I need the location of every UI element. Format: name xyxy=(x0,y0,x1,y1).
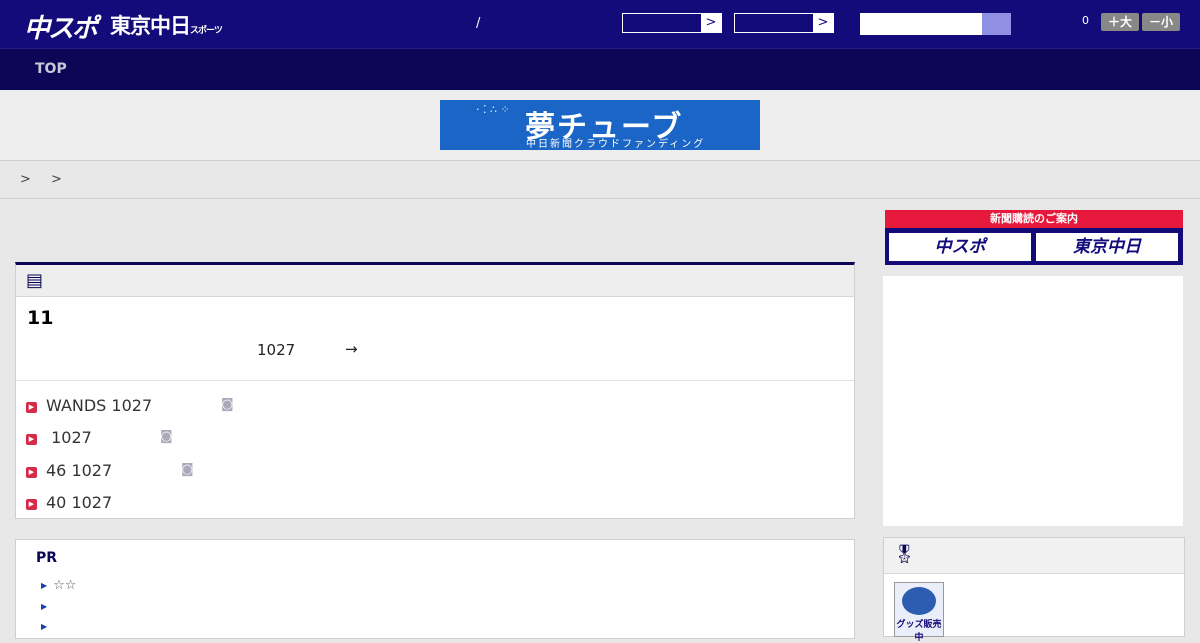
pr-heading: PR xyxy=(36,550,58,566)
banner-area: · ⁚ ∴ ⁘ 夢チューブ 中日新聞クラウドファンディング xyxy=(0,90,1200,161)
article-card: ▤ 11 1027 → ▶ WANDS 1027 ◙ ▶ 1027 ◙ ▶ 46 1… xyxy=(15,262,855,519)
related-article-item[interactable]: ▶ 1027 ◙ xyxy=(26,428,173,447)
subscribe-chuspo-button[interactable]: 中スポ xyxy=(889,233,1031,261)
camera-icon: ◙ xyxy=(181,462,194,477)
play-bullet-icon: ▶ xyxy=(26,467,37,478)
related-article-text: 1027 xyxy=(46,428,92,447)
play-bullet-icon: ▶ xyxy=(26,499,37,510)
related-article-text: 46 1027 xyxy=(46,461,113,480)
related-article-item[interactable]: ▶ 46 1027 ◙ xyxy=(26,461,194,480)
site-header: 中スポ 東京中日スポーツ / > > 0 ＋大 －小 xyxy=(0,0,1200,48)
pr-item-text: ☆☆ xyxy=(53,578,77,593)
breadcrumb-divider xyxy=(0,198,1200,199)
related-article-text: WANDS 1027 xyxy=(46,396,153,415)
ranking-box: 🎖 グッズ販売中 xyxy=(883,537,1185,643)
pr-section: PR ▶ ☆☆ ▶ ▶ xyxy=(15,539,855,639)
newspaper-icon: ▤ xyxy=(26,270,44,291)
notification-count: 0 xyxy=(1082,14,1089,27)
chevron-right-icon: > xyxy=(813,14,833,32)
font-size-increase-button[interactable]: ＋大 xyxy=(1101,13,1139,31)
category-select[interactable]: > xyxy=(734,13,834,33)
ranking-header: 🎖 xyxy=(884,538,1184,574)
subscription-box: 新聞購読のご案内 中スポ 東京中日 xyxy=(885,210,1183,265)
tokyo-chunichi-logo[interactable]: 東京中日スポーツ xyxy=(110,10,223,40)
related-article-item[interactable]: ▶ WANDS 1027 ◙ xyxy=(26,396,234,415)
tokyo-logo-main: 東京中日 xyxy=(110,14,191,38)
triangle-bullet-icon: ▶ xyxy=(41,602,48,611)
search-button[interactable] xyxy=(982,13,1011,35)
chuspo-logo[interactable]: 中スポ xyxy=(24,8,98,45)
region-select[interactable]: > xyxy=(622,13,722,33)
ad-slot[interactable] xyxy=(883,276,1183,526)
yume-tube-banner[interactable]: · ⁚ ∴ ⁘ 夢チューブ 中日新聞クラウドファンディング xyxy=(440,100,760,150)
goods-label: グッズ販売中 xyxy=(896,620,942,643)
related-article-text: 40 1027 xyxy=(46,493,113,512)
subscribe-tokyo-chunichi-button[interactable]: 東京中日 xyxy=(1036,233,1178,261)
article-title[interactable]: 11 xyxy=(27,307,53,329)
card-divider xyxy=(16,380,854,381)
pr-item[interactable]: ▶ xyxy=(41,599,53,614)
mascot-image xyxy=(902,587,936,615)
triangle-bullet-icon: ▶ xyxy=(41,581,48,590)
camera-icon: ◙ xyxy=(221,397,234,412)
chevron-right-icon: > xyxy=(701,14,721,32)
nav-item-top[interactable]: TOP xyxy=(35,61,67,77)
pr-item[interactable]: ▶ ☆☆ xyxy=(41,578,76,593)
breadcrumb[interactable]: > > xyxy=(20,172,70,187)
camera-icon: ◙ xyxy=(160,429,173,444)
banner-subtitle: 中日新聞クラウドファンディング xyxy=(526,139,706,150)
read-more-arrow[interactable]: → xyxy=(345,340,358,358)
tokyo-logo-sub: スポーツ xyxy=(190,26,223,36)
related-article-item[interactable]: ▶ 40 1027 xyxy=(26,493,112,512)
play-bullet-icon: ▶ xyxy=(26,402,37,413)
font-size-decrease-button[interactable]: －小 xyxy=(1142,13,1180,31)
goods-banner[interactable]: グッズ販売中 xyxy=(894,582,944,643)
dots-logo-icon: · ⁚ ∴ ⁘ xyxy=(476,103,510,116)
article-card-header: ▤ xyxy=(16,265,854,297)
medal-icon: 🎖 xyxy=(893,544,916,565)
header-separator: / xyxy=(476,16,481,31)
global-nav: TOP xyxy=(0,48,1200,90)
pr-item[interactable]: ▶ xyxy=(41,619,53,634)
article-date: 1027 xyxy=(257,341,296,359)
search-input[interactable] xyxy=(860,13,982,35)
subscription-title: 新聞購読のご案内 xyxy=(885,210,1183,228)
play-bullet-icon: ▶ xyxy=(26,434,37,445)
